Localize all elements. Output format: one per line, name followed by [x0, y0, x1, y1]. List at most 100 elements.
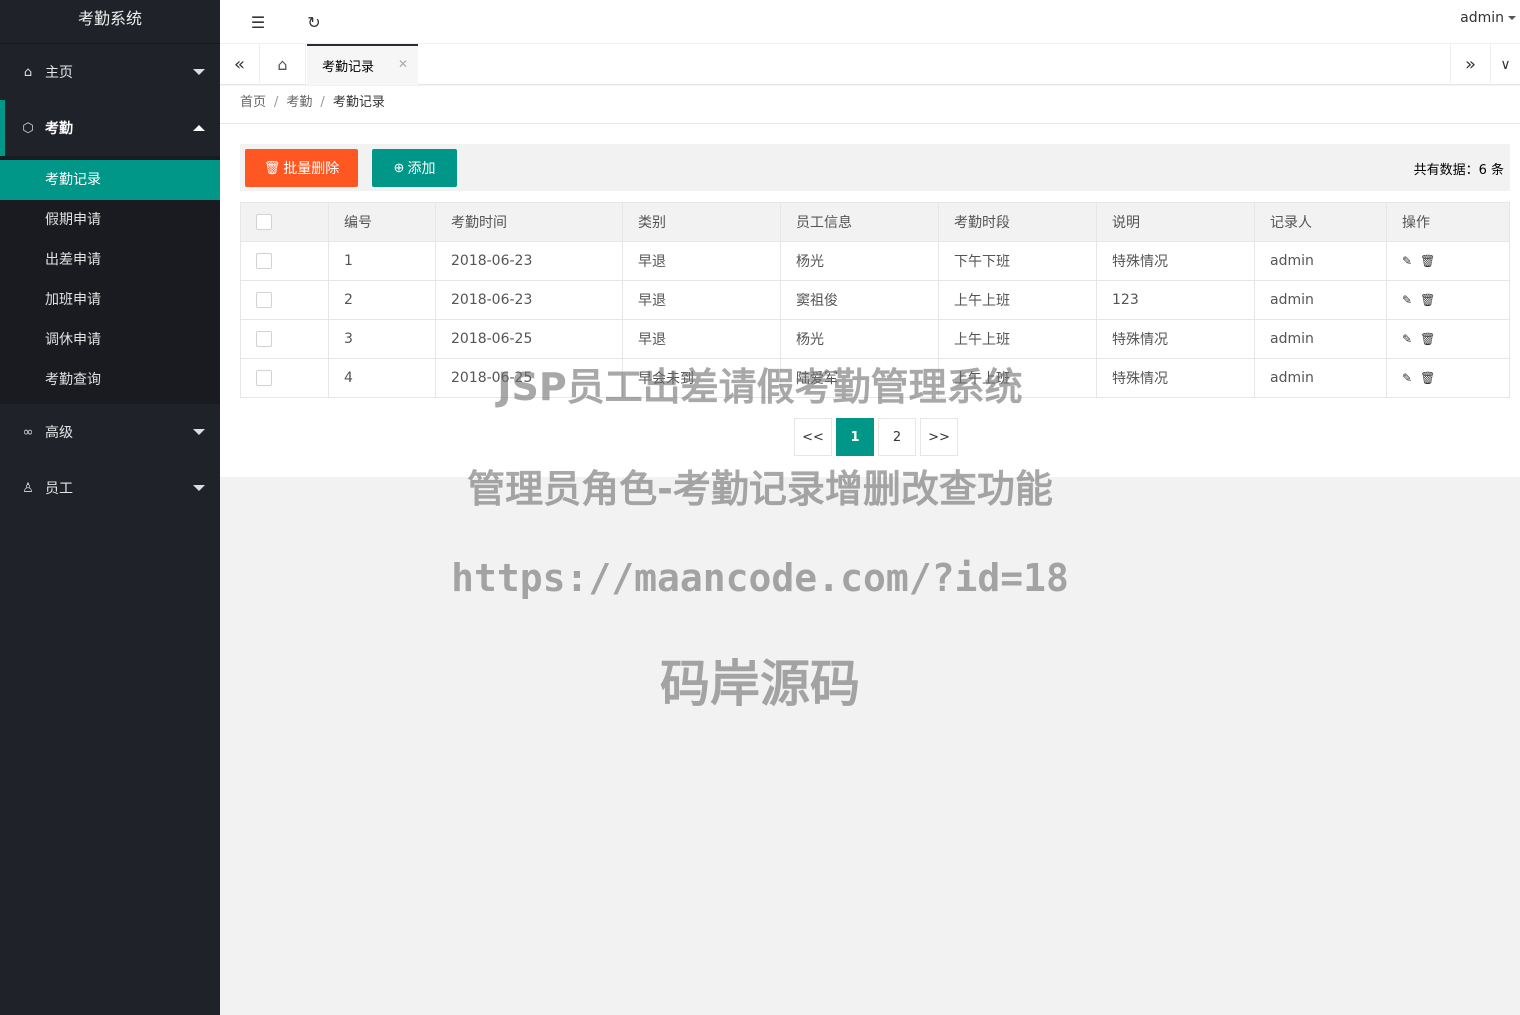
cell-actions: ✎ 🗑: [1386, 241, 1510, 281]
cell-date: 2018-06-23: [435, 280, 623, 320]
sidebar-item-business-trip[interactable]: 出差申请: [0, 240, 220, 280]
tab-bar: « ⌂ 考勤记录 ✕ » ∨: [220, 44, 1520, 85]
refresh-icon[interactable]: ↻: [300, 8, 328, 36]
cell-category: 早退: [622, 280, 781, 320]
nav-group-employee: ♙ 员工: [0, 460, 220, 516]
cell-recorder: admin: [1254, 280, 1387, 320]
trash-icon[interactable]: 🗑: [1420, 332, 1435, 346]
table-toolbar: 🗑 批量删除 ⊕ 添加 共有数据：6 条: [240, 144, 1510, 191]
row-checkbox[interactable]: [256, 292, 272, 308]
row-checkbox[interactable]: [256, 331, 272, 347]
row-checkbox[interactable]: [256, 253, 272, 269]
nav-group-home: ⌂ 主页: [0, 44, 220, 100]
column-header: 编号: [328, 202, 436, 242]
select-all-cell: [240, 202, 329, 242]
pagination-prev[interactable]: <<: [794, 418, 832, 456]
tab-home-icon[interactable]: ⌂: [260, 44, 306, 85]
edit-icon[interactable]: ✎: [1402, 293, 1412, 307]
column-header: 记录人: [1254, 202, 1387, 242]
pagination-page[interactable]: 2: [878, 418, 916, 456]
edit-icon[interactable]: ✎: [1402, 332, 1412, 346]
chevron-down-icon: [193, 429, 205, 435]
sidebar-item-employee[interactable]: ♙ 员工: [0, 460, 220, 516]
top-header: ☰ ↻ admin: [220, 0, 1520, 44]
sidebar-item-attendance-records[interactable]: 考勤记录: [0, 160, 220, 200]
edit-icon[interactable]: ✎: [1402, 371, 1412, 385]
nav-group-advanced: ∞ 高级: [0, 404, 220, 460]
chevron-up-icon: [193, 125, 205, 131]
cell-actions: ✎ 🗑: [1386, 358, 1510, 398]
row-checkbox[interactable]: [256, 370, 272, 386]
sidebar-item-attendance[interactable]: ⬡ 考勤: [0, 100, 220, 156]
table-header-row: 编号 考勤时间 类别 员工信息 考勤时段 说明 记录人 操作: [240, 202, 1510, 242]
add-button[interactable]: ⊕ 添加: [372, 149, 457, 187]
attendance-subnav: 考勤记录 假期申请 出差申请 加班申请 调休申请 考勤查询: [0, 156, 220, 404]
sidebar-item-advanced[interactable]: ∞ 高级: [0, 404, 220, 460]
row-select-cell: [240, 280, 329, 320]
sidebar-item-label: 主页: [45, 65, 73, 81]
cell-recorder: admin: [1254, 358, 1387, 398]
close-icon[interactable]: ✕: [398, 57, 408, 71]
main-content: 首页 / 考勤 / 考勤记录 🗑 批量删除 ⊕ 添加 共有数据：6 条 编号 考勤时间 类别…: [220, 86, 1520, 477]
tabs-scroll-right-icon[interactable]: »: [1450, 44, 1490, 85]
sidebar-item-overtime[interactable]: 加班申请: [0, 280, 220, 320]
cell-recorder: admin: [1254, 319, 1387, 359]
column-header: 员工信息: [780, 202, 939, 242]
column-header: 说明: [1096, 202, 1255, 242]
tab-attendance-records[interactable]: 考勤记录 ✕: [307, 44, 418, 85]
user-menu[interactable]: admin: [1460, 10, 1516, 26]
cell-date: 2018-06-25: [435, 319, 623, 359]
sidebar-item-home[interactable]: ⌂ 主页: [0, 44, 220, 100]
sidebar-item-label: 高级: [45, 425, 73, 441]
total-count: 共有数据：6 条: [1413, 163, 1504, 178]
cell-period: 下午下班: [938, 241, 1097, 281]
pagination-next[interactable]: >>: [920, 418, 958, 456]
breadcrumb-parent[interactable]: 考勤: [286, 95, 312, 110]
trash-icon[interactable]: 🗑: [1420, 371, 1435, 385]
row-select-cell: [240, 358, 329, 398]
cell-id: 4: [328, 358, 436, 398]
cell-employee: 陆爱军: [780, 358, 939, 398]
table-row: 4 2018-06-25 早会未到 陆爱军 上午上班 特殊情况 admin ✎ 🗑: [240, 358, 1510, 398]
table-row: 1 2018-06-23 早退 杨光 下午下班 特殊情况 admin ✎ 🗑: [240, 241, 1510, 281]
tabs-scroll-left-icon[interactable]: «: [220, 44, 260, 85]
trash-icon[interactable]: 🗑: [1420, 293, 1435, 307]
breadcrumb-current: 考勤记录: [332, 95, 385, 110]
cell-period: 上午上班: [938, 358, 1097, 398]
cell-date: 2018-06-23: [435, 241, 623, 281]
watermark-url: https://maancode.com/?id=18: [451, 556, 1069, 600]
breadcrumb-home[interactable]: 首页: [240, 95, 266, 110]
cell-category: 早退: [622, 319, 781, 359]
edit-icon[interactable]: ✎: [1402, 254, 1412, 268]
table-row: 3 2018-06-25 早退 杨光 上午上班 特殊情况 admin ✎ 🗑: [240, 319, 1510, 359]
cell-id: 2: [328, 280, 436, 320]
pagination-page[interactable]: 1: [836, 418, 874, 456]
attendance-table: 编号 考勤时间 类别 员工信息 考勤时段 说明 记录人 操作 1 2018-06…: [240, 202, 1510, 398]
pagination: << 1 2 >>: [794, 418, 962, 456]
cell-period: 上午上班: [938, 280, 1097, 320]
watermark-brand: 码岸源码: [660, 655, 860, 713]
tabs-menu-chevron-icon[interactable]: ∨: [1490, 44, 1520, 85]
sidebar-item-attendance-query[interactable]: 考勤查询: [0, 360, 220, 400]
sidebar-item-label: 员工: [45, 481, 73, 497]
batch-delete-button[interactable]: 🗑 批量删除: [245, 149, 358, 187]
chevron-down-icon: [193, 69, 205, 75]
tab-label: 考勤记录: [322, 60, 375, 75]
cell-date: 2018-06-25: [435, 358, 623, 398]
cell-note: 特殊情况: [1096, 358, 1255, 398]
sidebar-item-compensatory-leave[interactable]: 调休申请: [0, 320, 220, 360]
column-header: 类别: [622, 202, 781, 242]
menu-collapse-icon[interactable]: ☰: [244, 8, 272, 36]
trash-icon: 🗑: [263, 160, 281, 175]
cell-employee: 窦祖俊: [780, 280, 939, 320]
table-row: 2 2018-06-23 早退 窦祖俊 上午上班 123 admin ✎ 🗑: [240, 280, 1510, 320]
select-all-checkbox[interactable]: [256, 214, 272, 230]
row-select-cell: [240, 241, 329, 281]
cell-actions: ✎ 🗑: [1386, 319, 1510, 359]
sidebar-item-leave-request[interactable]: 假期申请: [0, 200, 220, 240]
trash-icon[interactable]: 🗑: [1420, 254, 1435, 268]
cell-category: 早退: [622, 241, 781, 281]
username: admin: [1460, 10, 1504, 26]
column-header: 操作: [1386, 202, 1510, 242]
batch-delete-label: 批量删除: [283, 160, 340, 176]
